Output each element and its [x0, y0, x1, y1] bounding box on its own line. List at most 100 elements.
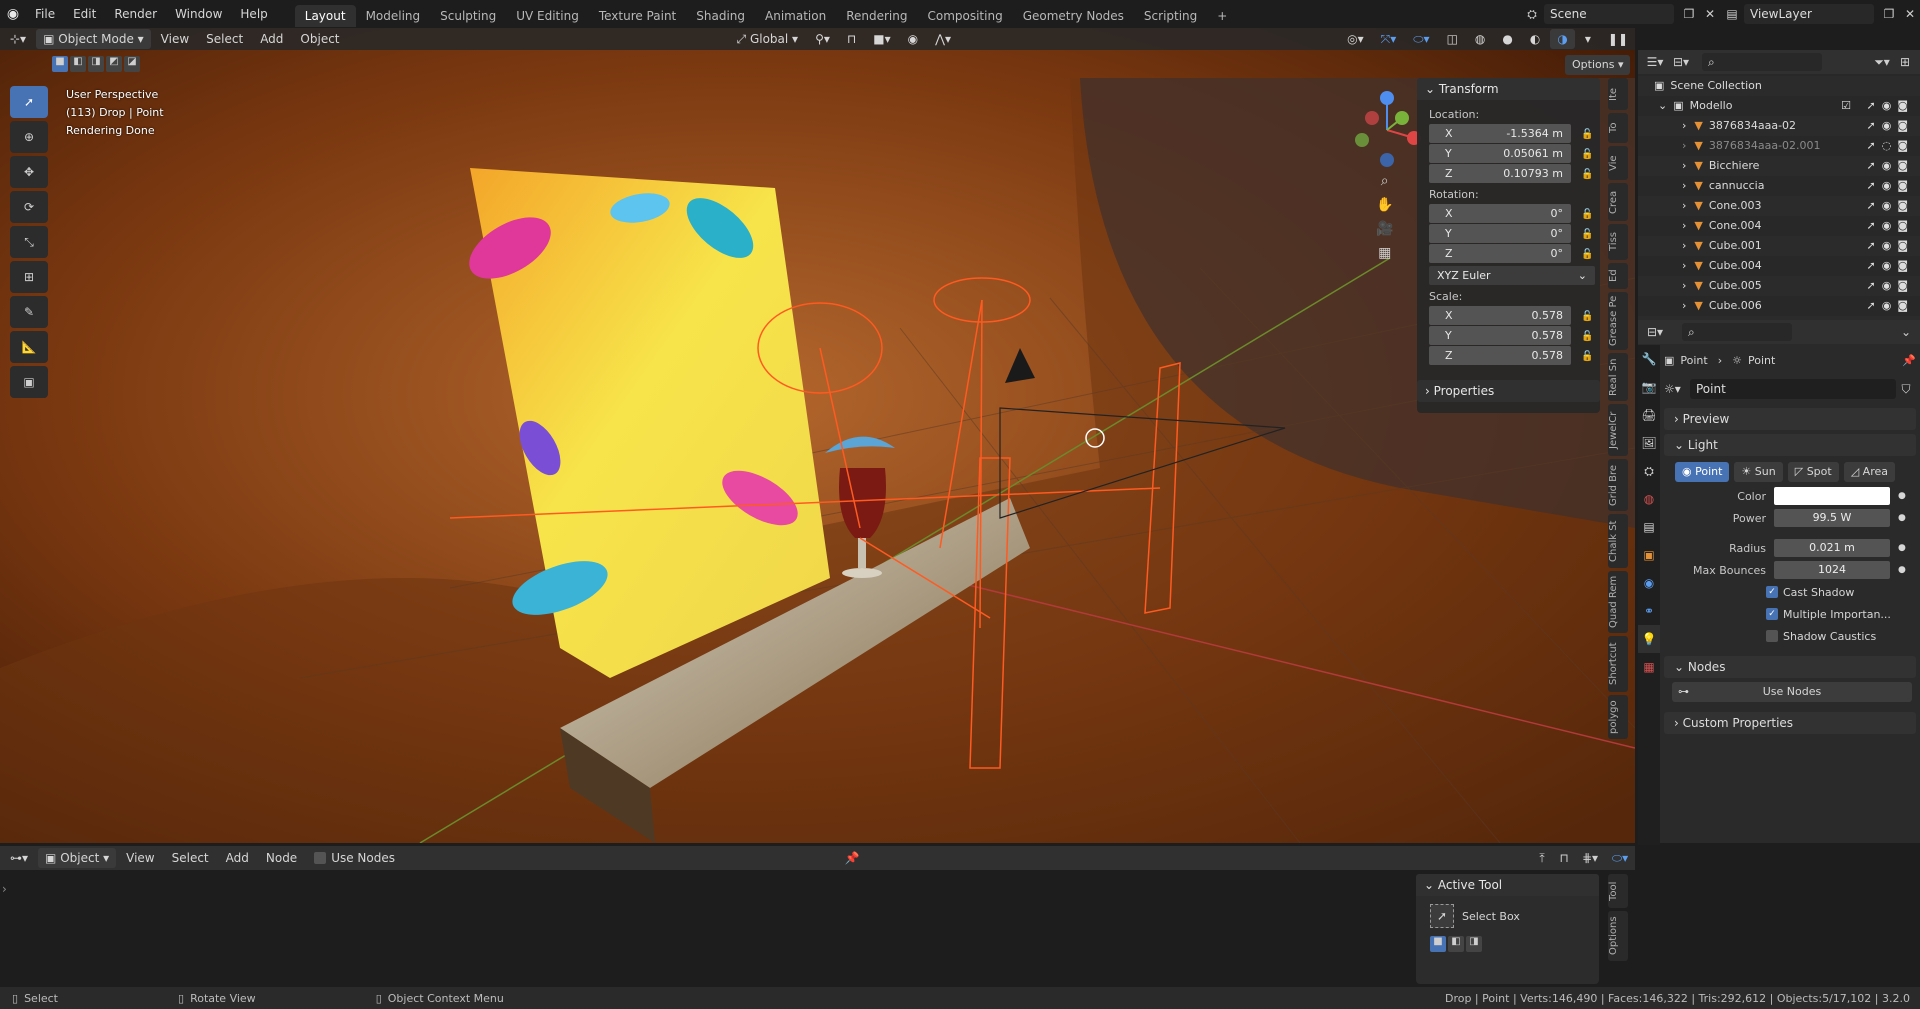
shader-node-menu[interactable]: Node — [259, 848, 304, 868]
view-menu[interactable]: View — [154, 29, 196, 49]
output-tab-icon[interactable]: 🖨 — [1638, 401, 1660, 429]
add-cube-tool[interactable]: ▣ — [10, 366, 48, 398]
visibility-icons[interactable]: ➚◉◙ — [1867, 176, 1915, 196]
select-box-tool[interactable]: ➚ — [10, 86, 48, 118]
orientation-dropdown[interactable]: ⤢ Global ▾ — [730, 29, 806, 49]
scene-collection-row[interactable]: ▣ Scene Collection — [1638, 76, 1920, 96]
tab-polygon[interactable]: polygo — [1608, 695, 1628, 739]
keyframe-dot-icon[interactable]: ● — [1898, 513, 1906, 523]
rotation-z-field[interactable]: Z 0° — [1429, 244, 1571, 263]
add-menu[interactable]: Add — [253, 29, 290, 49]
lock-icon[interactable]: 🔓 — [1581, 129, 1595, 140]
menu-file[interactable]: File — [26, 0, 64, 28]
overlay-icon[interactable]: ⬭▾ — [1605, 851, 1635, 866]
filter-icon[interactable]: ⏷▾ — [1870, 55, 1894, 70]
tab-real-snow[interactable]: Real Sn — [1608, 353, 1628, 401]
snap-mode-icon[interactable]: ⋕▾ — [1575, 851, 1605, 865]
transform-header[interactable]: ⌄ Transform — [1417, 78, 1600, 100]
cast-shadow-row[interactable]: ✓ Cast Shadow — [1664, 582, 1916, 602]
display-mode-icon[interactable]: ⊟▾ — [1668, 55, 1694, 69]
menu-help[interactable]: Help — [231, 0, 276, 28]
object-menu[interactable]: Object — [293, 29, 346, 49]
scale-z-field[interactable]: Z 0.578 — [1429, 346, 1571, 365]
pause-render-button[interactable]: ❚❚ — [1601, 29, 1635, 49]
annotate-tool[interactable]: ✎ — [10, 296, 48, 328]
shader-editor-type-button[interactable]: ⊶▾ — [3, 848, 35, 868]
navigation-gizmo[interactable] — [1352, 88, 1422, 168]
tool-tab-icon[interactable]: 🔧 — [1638, 345, 1660, 373]
transform-tool[interactable]: ⊞ — [10, 261, 48, 293]
tab-quad-remesh[interactable]: Quad Rem — [1608, 571, 1628, 633]
view-layer-icon[interactable]: ▤ — [1720, 7, 1744, 21]
fake-user-shield-icon[interactable]: ⛉ — [1896, 382, 1916, 397]
ortho-grid-icon[interactable]: ▦ — [1376, 245, 1393, 261]
tab-tool[interactable]: To — [1608, 113, 1628, 143]
shader-view-menu[interactable]: View — [119, 848, 161, 868]
visibility-dropdown[interactable]: ◎▾ — [1340, 29, 1371, 49]
tab-jewelcraft[interactable]: JewelCr — [1608, 404, 1628, 456]
lock-icon[interactable]: 🔓 — [1581, 249, 1595, 260]
new-collection-icon[interactable]: ⊞ — [1894, 55, 1916, 69]
shading-wireframe[interactable]: ◍ — [1468, 29, 1492, 49]
falloff-dropdown[interactable]: ⋀▾ — [928, 29, 958, 49]
zoom-icon[interactable]: ⌕ — [1376, 173, 1393, 189]
lock-icon[interactable]: 🔓 — [1581, 351, 1595, 362]
shading-solid[interactable]: ● — [1495, 29, 1519, 49]
light-type-spot[interactable]: ◸ Spot — [1787, 462, 1839, 482]
properties-editor-icon[interactable]: ⊟▾ — [1642, 325, 1668, 339]
world-tab-icon[interactable]: ◍ — [1638, 485, 1660, 513]
3d-viewport[interactable]: User Perspective (113) Drop | Point Rend… — [0, 28, 1635, 843]
chevron-down-icon[interactable]: ⌄ — [1896, 325, 1916, 339]
visibility-icons[interactable]: ☑ ➚◉◙ — [1841, 96, 1914, 116]
scale-y-field[interactable]: Y 0.578 — [1429, 326, 1571, 345]
expand-arrow-icon[interactable]: › — [2, 882, 7, 896]
keyframe-dot-icon[interactable]: ● — [1898, 543, 1906, 553]
light-data-tab-icon[interactable]: 💡 — [1638, 625, 1660, 653]
add-workspace-button[interactable]: + — [1207, 5, 1237, 27]
tab-layout[interactable]: Layout — [294, 4, 356, 27]
mode-new-icon[interactable]: ■ — [1430, 936, 1446, 952]
light-panel-header[interactable]: ⌄ Light — [1664, 434, 1916, 456]
constraints-tab-icon[interactable]: ⚭ — [1638, 597, 1660, 625]
tab-modeling[interactable]: Modeling — [356, 5, 431, 27]
nodes-panel-header[interactable]: ⌄ Nodes — [1664, 656, 1916, 678]
lock-icon[interactable]: 🔓 — [1581, 169, 1595, 180]
physics-tab-icon[interactable]: ◉ — [1638, 569, 1660, 597]
shader-editor-area[interactable]: › ⌄ Active Tool ➚ Select Box ■ ◧ ◨ Tool … — [0, 870, 1635, 987]
custom-properties-header[interactable]: › Custom Properties — [1664, 712, 1916, 734]
light-type-point[interactable]: ◉ Point — [1675, 462, 1730, 482]
scene-tab-icon[interactable]: ⛭ — [1638, 457, 1660, 485]
visibility-icons[interactable]: ➚◉◙ — [1867, 196, 1915, 216]
select-box-icon[interactable]: ➚ — [1430, 904, 1454, 928]
select-new-icon[interactable]: ■ — [52, 56, 68, 72]
scene-icon[interactable]: ⛭ — [1520, 7, 1544, 22]
overlay-toggle[interactable]: ⬭▾ — [1406, 29, 1436, 49]
tab-create[interactable]: Crea — [1608, 183, 1628, 221]
color-swatch[interactable] — [1774, 487, 1890, 505]
outliner-item[interactable]: › ▼ Cone.003 ➚◉◙ — [1638, 196, 1920, 216]
properties-subpanel[interactable]: › Properties — [1417, 380, 1600, 402]
menu-render[interactable]: Render — [105, 0, 166, 28]
max-bounces-field[interactable]: 1024 — [1774, 561, 1890, 579]
tab-sculpting[interactable]: Sculpting — [430, 5, 506, 27]
radius-field[interactable]: 0.021 m — [1774, 539, 1890, 557]
snap-target-dropdown[interactable]: ■▾ — [866, 29, 897, 49]
mode-dropdown[interactable]: ▣ Object Mode ▾ — [36, 29, 151, 49]
tab-shortcut[interactable]: Shortcut — [1608, 636, 1628, 692]
options-dropdown[interactable]: Options ▾ — [1565, 55, 1631, 75]
tab-scripting[interactable]: Scripting — [1134, 5, 1207, 27]
tab-tissue[interactable]: Tiss — [1608, 224, 1628, 260]
tab-view[interactable]: Vie — [1608, 146, 1628, 180]
outliner-item[interactable]: › ▼ cannuccia ➚◉◙ — [1638, 176, 1920, 196]
pin-icon[interactable]: 📌 — [1902, 354, 1916, 367]
multiple-importance-row[interactable]: ✓ Multiple Importan... — [1664, 604, 1916, 624]
view-layer-tab-icon[interactable]: 🖼 — [1638, 429, 1660, 457]
lock-icon[interactable]: 🔓 — [1581, 149, 1595, 160]
tab-grease-pencil[interactable]: Grease Pe — [1608, 292, 1628, 350]
visibility-icons[interactable]: ➚◉◙ — [1867, 116, 1915, 136]
active-tool-header[interactable]: ⌄ Active Tool — [1416, 874, 1599, 896]
lock-icon[interactable]: 🔓 — [1581, 311, 1595, 322]
outliner-item[interactable]: › ▼ Cube.005 ➚◉◙ — [1638, 276, 1920, 296]
lock-icon[interactable]: 🔓 — [1581, 331, 1595, 342]
location-z-field[interactable]: Z 0.10793 m — [1429, 164, 1571, 183]
